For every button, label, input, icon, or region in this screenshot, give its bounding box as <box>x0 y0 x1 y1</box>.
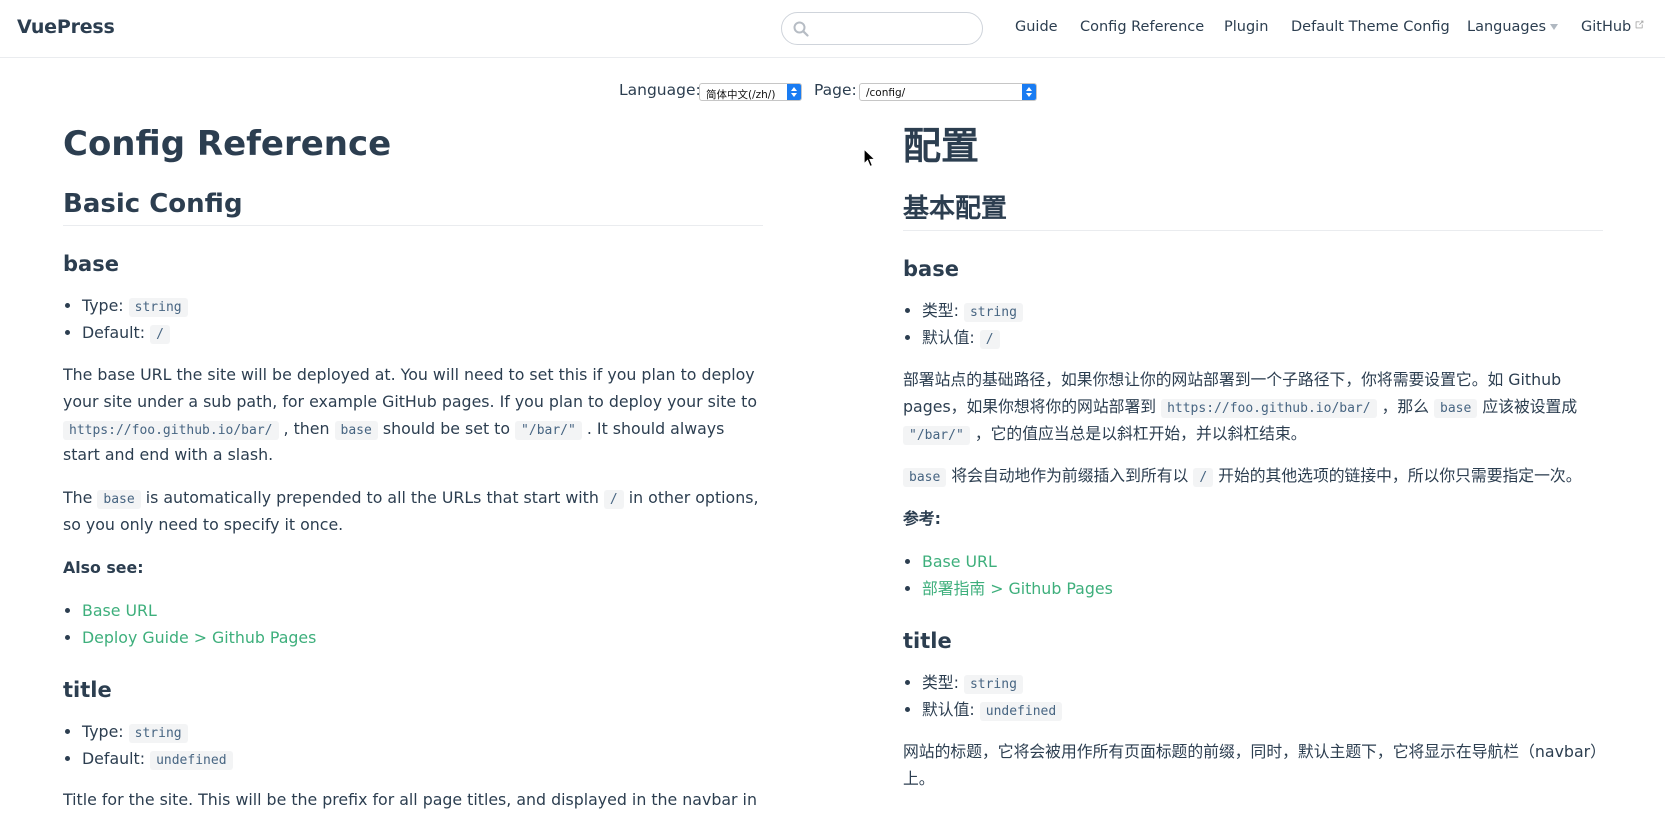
nav-github[interactable]: GitHub <box>1581 19 1645 35</box>
link-deploy-guide-github-pages[interactable]: 部署指南 > Github Pages <box>922 579 1113 598</box>
option-heading-base: base <box>63 252 119 276</box>
list-item: Base URL <box>922 549 1603 576</box>
link-deploy-guide-github-pages[interactable]: Deploy Guide > Github Pages <box>82 628 316 647</box>
page-title: 配置 <box>903 124 980 168</box>
default-value: / <box>979 330 1000 350</box>
mouse-cursor-icon <box>863 148 877 168</box>
select-arrows-icon <box>1022 84 1036 100</box>
nav-languages-dropdown[interactable]: Languages <box>1467 19 1559 35</box>
chevron-down-icon <box>1550 24 1559 30</box>
list-item: 部署指南 > Github Pages <box>922 576 1603 603</box>
base-note: base 将会自动地作为前缀插入到所有以 / 开始的其他选项的链接中，所以你只需… <box>903 463 1603 490</box>
link-base-url[interactable]: Base URL <box>82 601 157 620</box>
option-heading-base: base <box>903 257 959 281</box>
also-see-label: 参考: <box>903 509 941 529</box>
prop-default: 默认值: undefined <box>922 697 1603 724</box>
select-arrows-icon <box>787 84 801 100</box>
section-heading: 基本配置 <box>903 193 1603 231</box>
nav-config-reference[interactable]: Config Reference <box>1080 19 1204 35</box>
prop-type: 类型: string <box>922 670 1603 697</box>
base-description: 部署站点的基础路径，如果你想让你的网站部署到一个子路径下，你将需要设置它。如 G… <box>903 369 1578 445</box>
page-select[interactable]: /config/ <box>859 83 1037 101</box>
search-input[interactable] <box>816 19 976 39</box>
option-props-title: Type: string Default: undefined <box>63 719 763 773</box>
type-value: string <box>963 675 1023 695</box>
type-value: string <box>128 723 188 743</box>
nav-languages-label: Languages <box>1467 19 1547 35</box>
option-props-title: 类型: string 默认值: undefined <box>903 670 1603 724</box>
link-base-url[interactable]: Base URL <box>922 552 997 571</box>
prop-default: 默认值: / <box>922 325 1603 352</box>
chinese-content: 配置 基本配置 base 类型: string 默认值: / 部署站点的基础路径… <box>903 115 1603 816</box>
navbar: VuePress Guide Config Reference Plugin D… <box>0 0 1665 58</box>
nav-guide[interactable]: Guide <box>1015 19 1058 35</box>
prop-default: Default: / <box>82 320 763 347</box>
type-value: string <box>128 298 188 318</box>
page-select-value: /config/ <box>866 87 906 99</box>
also-see-label: Also see: <box>63 558 144 577</box>
nav-default-theme-config[interactable]: Default Theme Config <box>1291 19 1450 35</box>
prop-type: Type: string <box>82 719 763 746</box>
search-box[interactable] <box>781 12 983 45</box>
base-description: The base URL the site will be deployed a… <box>63 364 758 465</box>
nav-links: Guide Config Reference Plugin Default Th… <box>1015 19 1647 41</box>
language-select[interactable]: 简体中文(/zh/) <box>699 83 802 101</box>
type-value: string <box>963 303 1023 323</box>
title-description: 网站的标题，它将会被用作所有页面标题的前缀，同时，默认主题下，它将显示在导航栏（… <box>903 741 1599 788</box>
also-see-list: Base URL Deploy Guide > Github Pages <box>63 598 763 652</box>
list-item: Deploy Guide > Github Pages <box>82 625 763 652</box>
page-title: Config Reference <box>63 124 392 164</box>
page-label: Page: <box>814 81 857 99</box>
title-description: Title for the site. This will be the pre… <box>63 790 757 810</box>
nav-github-label: GitHub <box>1581 19 1632 35</box>
english-content: Config Reference Basic Config base Type:… <box>63 115 763 816</box>
also-see-list: Base URL 部署指南 > Github Pages <box>903 549 1603 603</box>
option-props-base: Type: string Default: / <box>63 293 763 347</box>
option-props-base: 类型: string 默认值: / <box>903 298 1603 352</box>
site-brand[interactable]: VuePress <box>17 16 115 38</box>
option-heading-title: title <box>903 628 952 653</box>
prop-type: Type: string <box>82 293 763 320</box>
language-select-value: 简体中文(/zh/) <box>706 89 776 101</box>
list-item: Base URL <box>82 598 763 625</box>
prop-type: 类型: string <box>922 298 1603 325</box>
default-value: / <box>150 325 170 345</box>
option-heading-title: title <box>63 677 112 702</box>
default-value: undefined <box>150 750 233 770</box>
base-note: The base is automatically prepended to a… <box>63 488 759 535</box>
external-link-icon <box>1635 20 1644 29</box>
default-value: undefined <box>979 701 1063 721</box>
prop-default: Default: undefined <box>82 746 763 773</box>
language-label: Language: <box>619 81 701 99</box>
nav-plugin[interactable]: Plugin <box>1224 19 1268 35</box>
section-heading: Basic Config <box>63 188 763 226</box>
search-icon <box>793 21 809 37</box>
